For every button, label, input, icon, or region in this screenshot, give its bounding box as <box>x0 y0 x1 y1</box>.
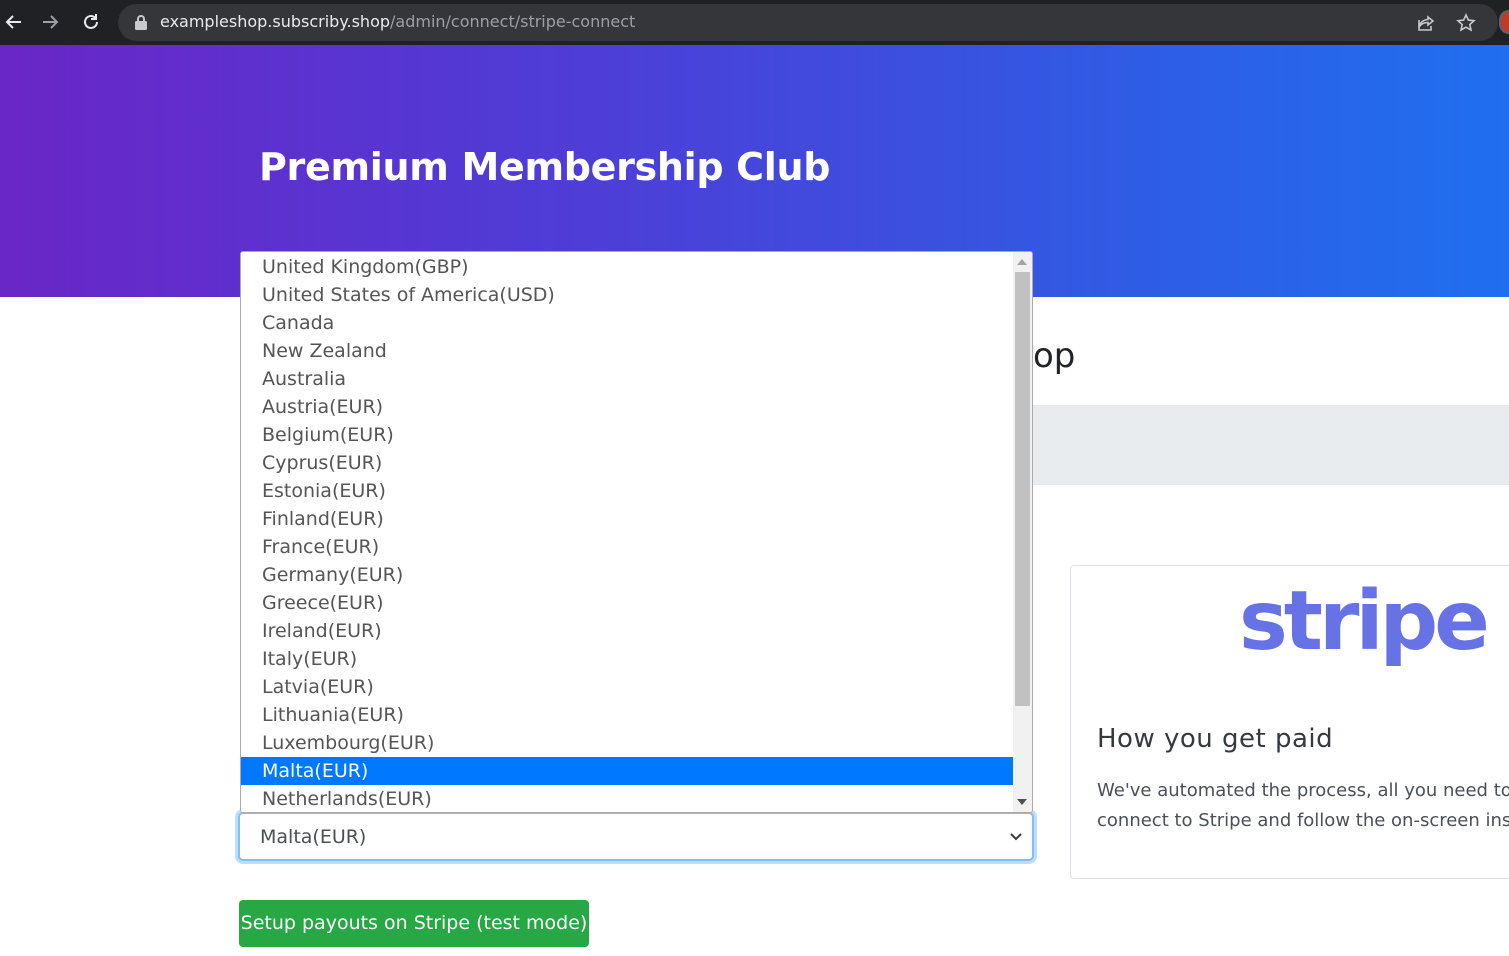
dropdown-option[interactable]: Australia <box>241 365 1013 393</box>
card-description: We've automated the process, all you nee… <box>1097 780 1509 831</box>
dropdown-option[interactable]: Austria(EUR) <box>241 393 1013 421</box>
dropdown-option[interactable]: Luxembourg(EUR) <box>241 729 1013 757</box>
select-value: Malta(EUR) <box>260 826 367 848</box>
dropdown-option[interactable]: New Zealand <box>241 337 1013 365</box>
forward-arrow-icon[interactable] <box>36 8 64 36</box>
dropdown-option[interactable]: Ireland(EUR) <box>241 617 1013 645</box>
dropdown-option[interactable]: Estonia(EUR) <box>241 477 1013 505</box>
info-panel <box>1032 405 1509 485</box>
dropdown-option[interactable]: Germany(EUR) <box>241 561 1013 589</box>
dropdown-option[interactable]: Netherlands(EUR) <box>241 785 1013 812</box>
dropdown-option[interactable]: United States of America(USD) <box>241 281 1013 309</box>
reload-icon[interactable] <box>77 8 105 36</box>
profile-avatar[interactable] <box>1499 10 1509 34</box>
country-select[interactable]: Malta(EUR) <box>238 812 1034 861</box>
dropdown-option[interactable]: Canada <box>241 309 1013 337</box>
dropdown-scrollbar[interactable] <box>1013 252 1032 812</box>
page-title: Premium Membership Club <box>259 145 831 189</box>
dropdown-option[interactable]: Italy(EUR) <box>241 645 1013 673</box>
dropdown-option[interactable]: Finland(EUR) <box>241 505 1013 533</box>
browser-toolbar: exampleshop.subscriby.shop/admin/connect… <box>0 0 1509 45</box>
scroll-thumb[interactable] <box>1015 272 1030 706</box>
dropdown-option[interactable]: Cyprus(EUR) <box>241 449 1013 477</box>
dropdown-option[interactable]: Latvia(EUR) <box>241 673 1013 701</box>
section-heading: op <box>1033 336 1076 376</box>
scroll-up-icon[interactable] <box>1017 259 1027 265</box>
bookmark-star-icon[interactable] <box>1456 13 1476 33</box>
url-text: exampleshop.subscriby.shop/admin/connect… <box>160 12 636 31</box>
dropdown-option[interactable]: Belgium(EUR) <box>241 421 1013 449</box>
dropdown-option[interactable]: Lithuania(EUR) <box>241 701 1013 729</box>
share-icon[interactable] <box>1416 13 1436 33</box>
dropdown-option[interactable]: United Kingdom(GBP) <box>241 253 1013 281</box>
country-dropdown-list[interactable]: United Kingdom(GBP) United States of Amer… <box>240 251 1033 813</box>
setup-payouts-button[interactable]: Setup payouts on Stripe (test mode) <box>239 900 589 947</box>
scroll-down-icon[interactable] <box>1017 799 1027 805</box>
chevron-down-icon <box>1010 833 1022 841</box>
stripe-info-card: stripe How you get paid We've automated … <box>1070 565 1509 879</box>
dropdown-option[interactable]: Greece(EUR) <box>241 589 1013 617</box>
address-bar[interactable]: exampleshop.subscriby.shop/admin/connect… <box>118 4 1498 41</box>
lock-icon <box>135 15 147 30</box>
dropdown-option[interactable]: Malta(EUR) <box>241 757 1013 785</box>
stripe-logo: stripe <box>1239 574 1490 669</box>
dropdown-option[interactable]: France(EUR) <box>241 533 1013 561</box>
card-title: How you get paid <box>1097 724 1334 754</box>
back-arrow-icon[interactable] <box>0 8 28 36</box>
